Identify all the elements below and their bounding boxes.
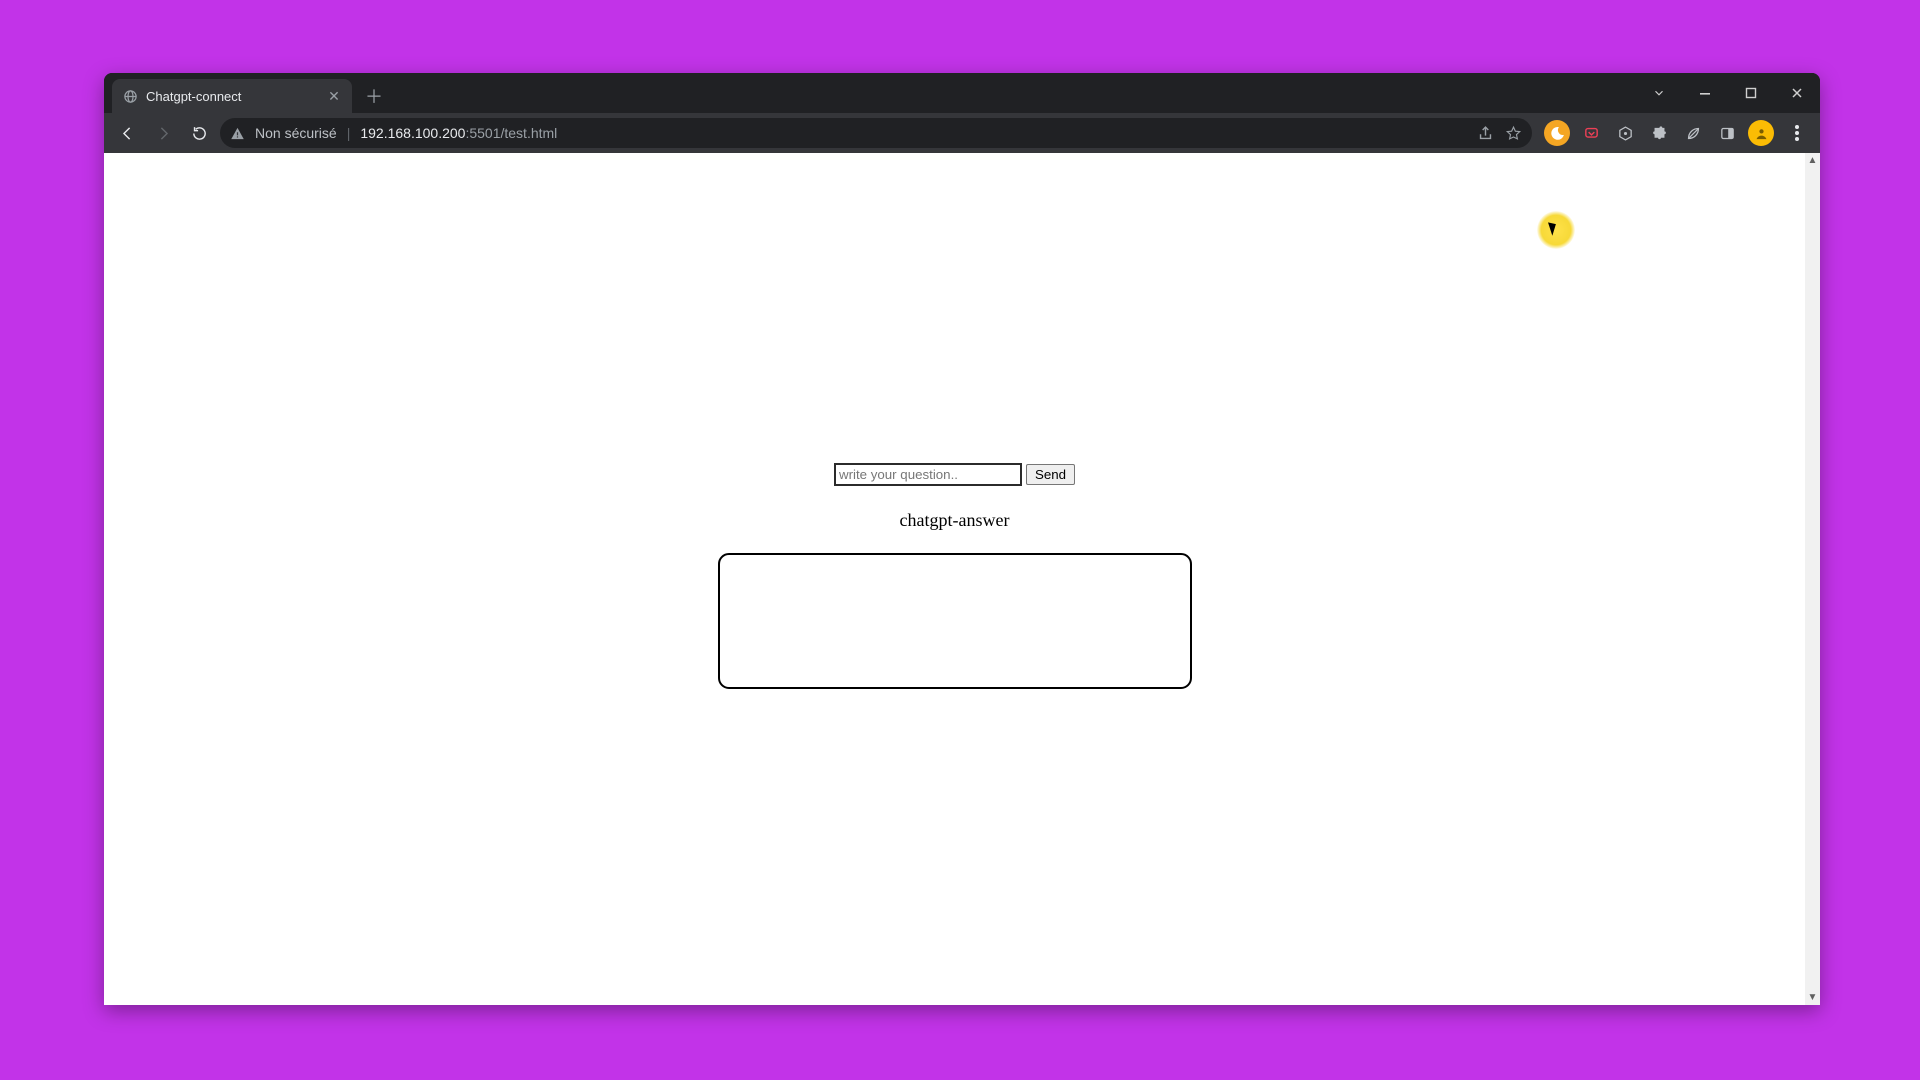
close-window-button[interactable] [1774,73,1820,113]
page-viewport: Send chatgpt-answer ▲ ▼ [104,153,1820,1005]
question-form: Send [834,463,1075,486]
close-tab-icon[interactable]: ✕ [326,88,342,104]
minimize-button[interactable] [1682,73,1728,113]
forward-button[interactable] [148,118,178,148]
globe-icon [122,88,138,104]
vertical-scrollbar[interactable]: ▲ ▼ [1805,153,1820,1005]
send-button[interactable]: Send [1026,464,1075,485]
tab-title: Chatgpt-connect [146,89,318,104]
reload-button[interactable] [184,118,214,148]
answer-output-box [718,553,1192,689]
extension-pocket-icon[interactable] [1578,120,1604,146]
browser-window: Chatgpt-connect ✕ ＋ [104,73,1820,1005]
tab-search-button[interactable] [1636,73,1682,113]
address-divider: | [347,125,351,141]
window-controls [1636,73,1820,113]
page-content: Send chatgpt-answer [104,153,1805,1005]
extensions-puzzle-icon[interactable] [1646,120,1672,146]
question-input[interactable] [834,463,1022,486]
bookmark-star-icon[interactable] [1504,124,1522,142]
address-host: 192.168.100.200 [360,125,465,141]
browser-tab[interactable]: Chatgpt-connect ✕ [112,79,352,113]
side-panel-icon[interactable] [1714,120,1740,146]
extension-moon-icon[interactable] [1544,120,1570,146]
extension-leaf-icon[interactable] [1680,120,1706,146]
back-button[interactable] [112,118,142,148]
answer-label: chatgpt-answer [900,510,1010,531]
extension-hex-icon[interactable] [1612,120,1638,146]
address-path: :5501/test.html [465,125,557,141]
browser-toolbar: Non sécurisé | 192.168.100.200:5501/test… [104,113,1820,153]
tab-strip: Chatgpt-connect ✕ ＋ [104,73,1820,113]
extensions-row [1538,118,1812,148]
not-secure-warning-icon [230,126,245,141]
scroll-up-arrow-icon[interactable]: ▲ [1805,153,1820,168]
address-url: 192.168.100.200:5501/test.html [360,125,557,141]
profile-avatar-icon[interactable] [1748,120,1774,146]
address-bar[interactable]: Non sécurisé | 192.168.100.200:5501/test… [220,118,1532,148]
browser-menu-button[interactable] [1782,118,1812,148]
maximize-button[interactable] [1728,73,1774,113]
security-label: Non sécurisé [255,125,337,141]
scroll-down-arrow-icon[interactable]: ▼ [1805,990,1820,1005]
share-icon[interactable] [1476,124,1494,142]
new-tab-button[interactable]: ＋ [360,82,388,110]
